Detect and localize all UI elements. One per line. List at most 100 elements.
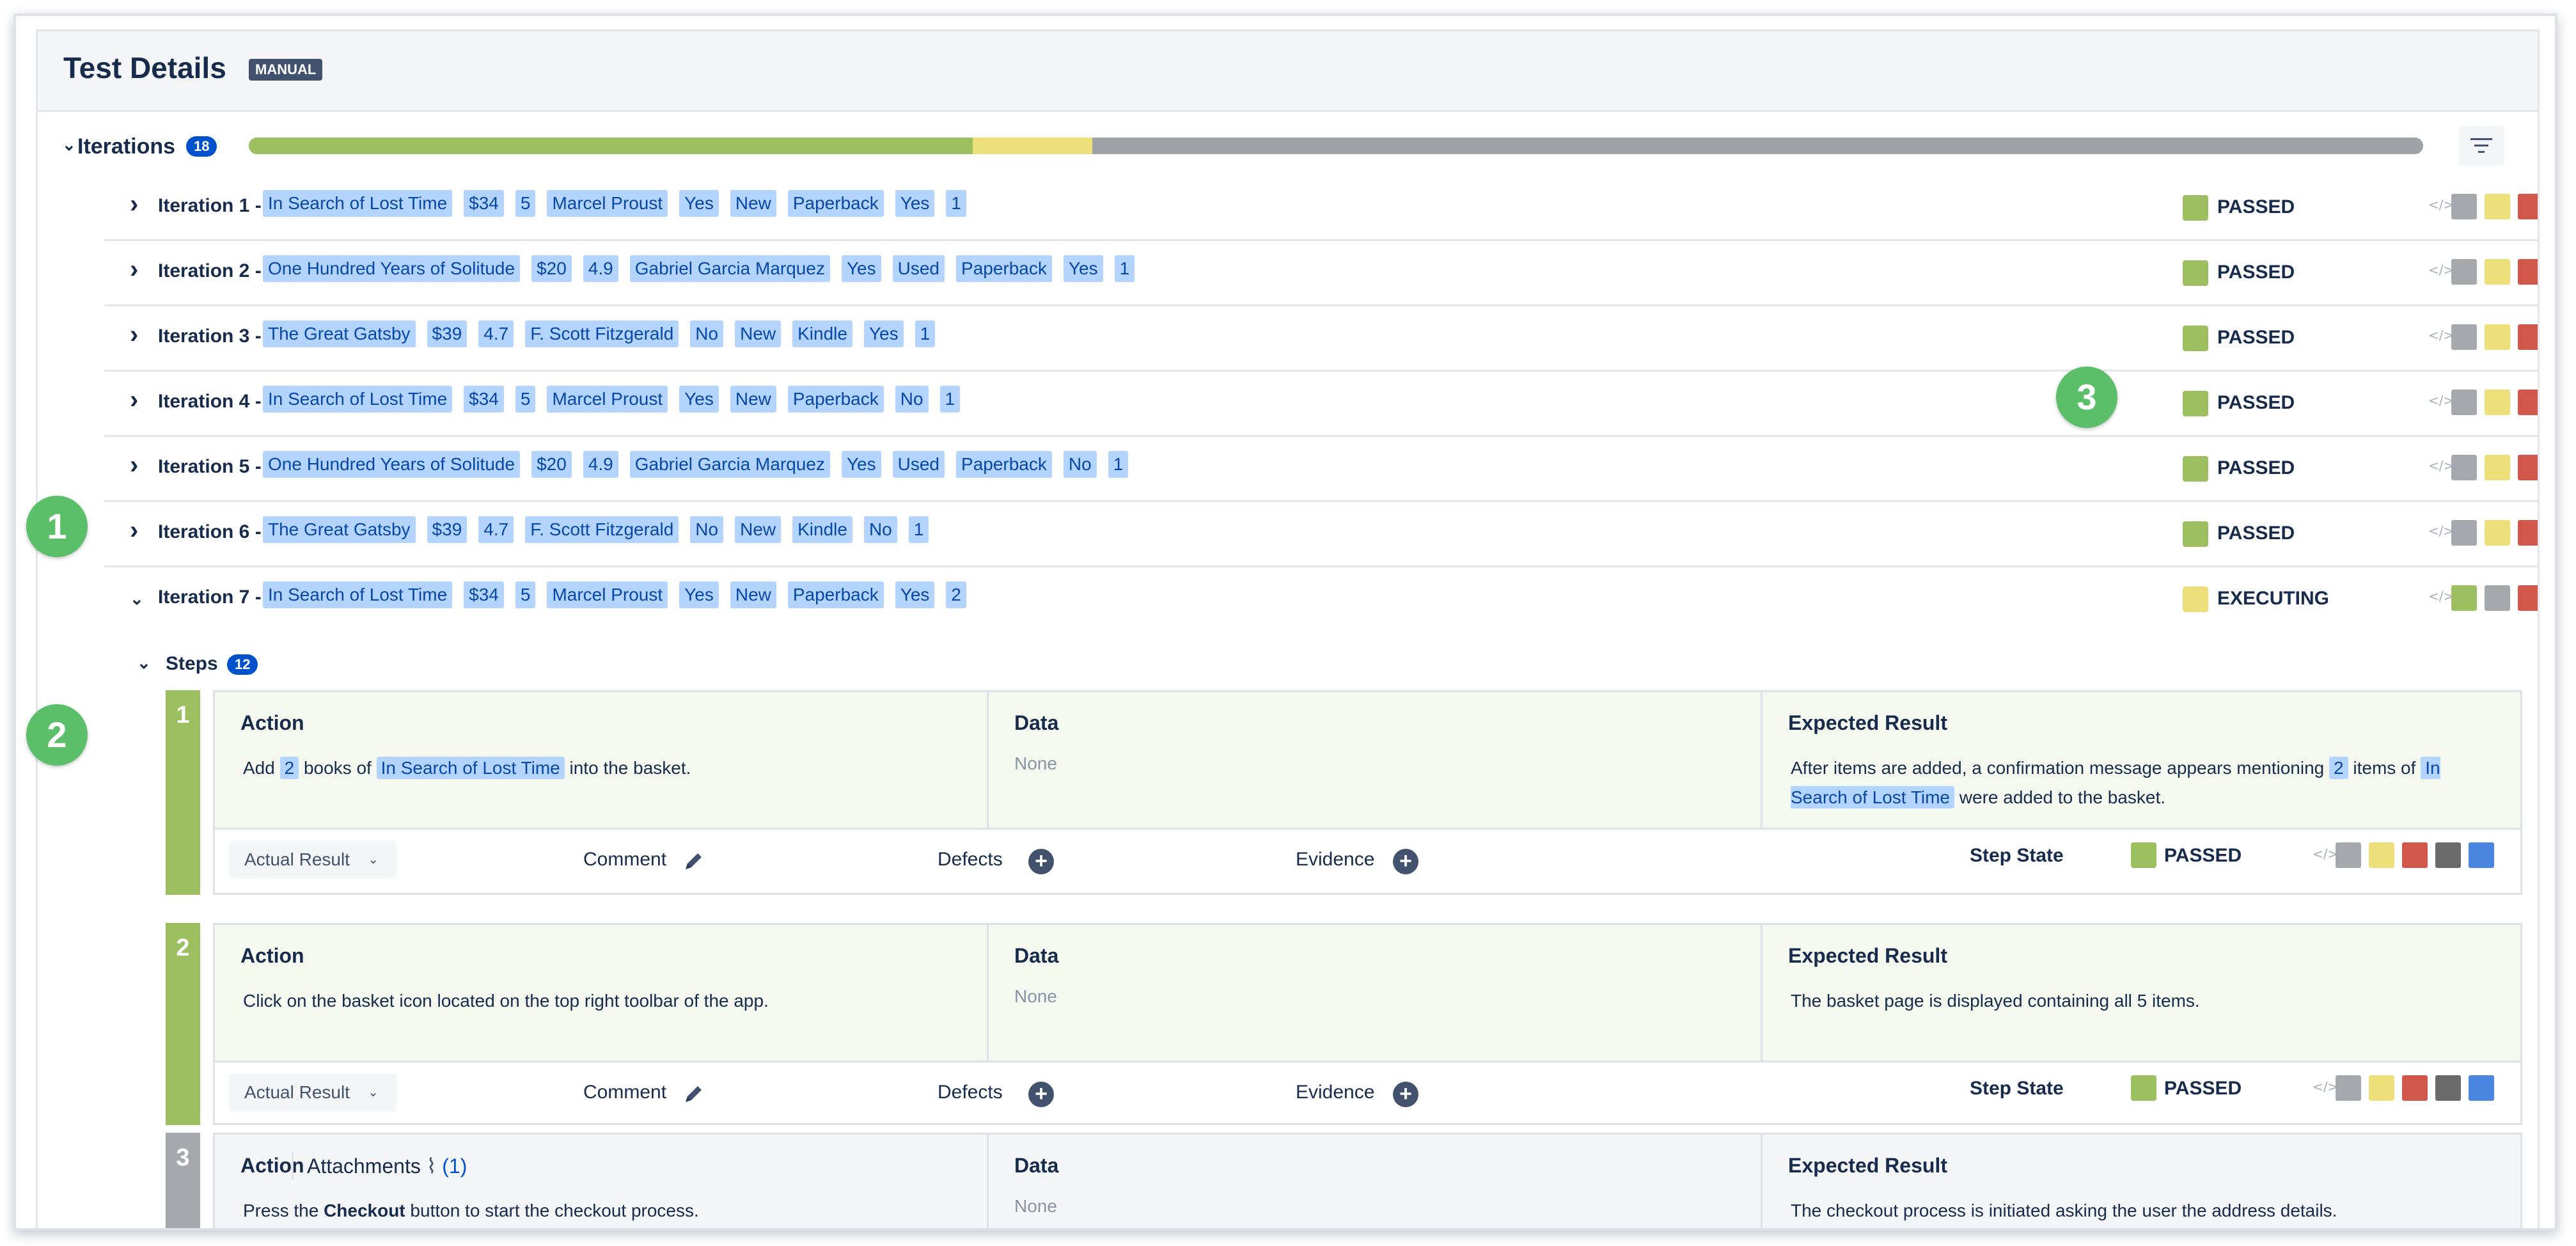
step-status-quick-select <box>2336 1075 2494 1101</box>
status-option-swatch[interactable] <box>2518 259 2538 285</box>
parameter-tag: Paperback <box>787 581 884 608</box>
filter-button[interactable] <box>2459 126 2504 166</box>
iteration-row[interactable]: › Iteration 1 - In Search of Lost Time $34 5… <box>104 176 2538 241</box>
text-fragment: were added to the basket. <box>1954 787 2166 807</box>
status-color-swatch <box>2183 587 2208 612</box>
add-defect-icon[interactable]: + <box>1028 1082 1054 1107</box>
iteration-row[interactable]: › Iteration 2 - One Hundred Years of Solit… <box>104 241 2538 306</box>
code-icon[interactable]: </> <box>2313 846 2338 862</box>
status-option-swatch[interactable] <box>2435 1075 2461 1101</box>
status-option-swatch[interactable] <box>2518 194 2538 219</box>
iteration-label: Iteration 2 - <box>158 260 262 281</box>
action-heading: Action <box>240 944 304 967</box>
status-option-swatch[interactable] <box>2336 842 2361 868</box>
status-option-swatch[interactable] <box>2402 1075 2428 1101</box>
chevron-right-icon[interactable]: › <box>130 386 138 414</box>
attachments-link[interactable]: Attachments ⌇ (1) <box>307 1154 467 1178</box>
status-option-swatch[interactable] <box>2485 324 2510 350</box>
data-value: None <box>1014 986 1057 1006</box>
code-icon[interactable]: </> <box>2428 262 2454 278</box>
parameter-tag: Yes <box>679 581 719 608</box>
status-option-swatch[interactable] <box>2451 585 2477 611</box>
progress-segment-executing <box>973 138 1093 154</box>
parameter-tag: No <box>863 516 897 543</box>
parameter-tag: 5 <box>515 386 536 413</box>
parameter-tag: $20 <box>531 255 572 282</box>
add-evidence-icon[interactable]: + <box>1393 849 1418 874</box>
status-option-swatch[interactable] <box>2451 455 2477 480</box>
chevron-down-icon[interactable]: ⌄ <box>137 653 151 673</box>
chevron-down-icon[interactable]: ⌄ <box>62 135 76 155</box>
chevron-right-icon[interactable]: › <box>130 516 138 545</box>
callout-1: 1 <box>26 496 88 557</box>
status-option-swatch[interactable] <box>2518 585 2538 611</box>
status-option-swatch[interactable] <box>2469 1075 2494 1101</box>
status-option-swatch[interactable] <box>2485 259 2510 285</box>
chevron-right-icon[interactable]: › <box>130 190 138 219</box>
expected-result-column: Expected Result After items are added, a … <box>1763 692 2520 828</box>
status-label: PASSED <box>2217 392 2295 413</box>
status-option-swatch[interactable] <box>2485 455 2510 480</box>
status-option-swatch[interactable] <box>2485 194 2510 219</box>
progress-segment-passed <box>249 138 973 154</box>
code-icon[interactable]: </> <box>2428 458 2454 473</box>
status-label: PASSED <box>2217 457 2295 478</box>
chevron-right-icon[interactable]: › <box>130 451 138 480</box>
parameter-tag: Paperback <box>787 190 884 217</box>
status-option-swatch[interactable] <box>2469 842 2494 868</box>
status-option-swatch[interactable] <box>2451 520 2477 546</box>
status-option-swatch[interactable] <box>2518 390 2538 415</box>
status-option-swatch[interactable] <box>2402 842 2428 868</box>
code-icon[interactable]: </> <box>2428 588 2454 604</box>
iteration-row[interactable]: › Iteration 3 - The Great Gatsby $39 4.7 F. S… <box>104 306 2538 372</box>
status-option-swatch[interactable] <box>2451 390 2477 415</box>
action-column: Action Attachments ⌇ (1) Press the Checkou… <box>215 1135 989 1228</box>
iterations-progress-bar <box>249 138 2423 154</box>
add-defect-icon[interactable]: + <box>1028 849 1054 874</box>
status-option-swatch[interactable] <box>2485 520 2510 546</box>
parameter-tag: Yes <box>679 190 719 217</box>
status-option-swatch[interactable] <box>2369 842 2394 868</box>
iteration-row[interactable]: › Iteration 6 - The Great Gatsby $39 4.7 F. S… <box>104 502 2538 567</box>
chevron-right-icon[interactable]: › <box>130 320 138 349</box>
parameter-tag: No <box>1063 451 1097 478</box>
status-option-swatch[interactable] <box>2336 1075 2361 1101</box>
iteration-row[interactable]: ⌄ Iteration 7 - In Search of Lost Time $34 5… <box>104 567 2538 633</box>
step-state-color-swatch <box>2131 1075 2156 1101</box>
status-option-swatch[interactable] <box>2518 455 2538 480</box>
code-icon[interactable]: </> <box>2428 327 2454 343</box>
code-icon[interactable]: </> <box>2428 393 2454 408</box>
actual-result-dropdown[interactable]: Actual Result ⌄ <box>229 1073 397 1112</box>
code-icon[interactable]: </> <box>2428 197 2454 212</box>
status-option-swatch[interactable] <box>2485 585 2510 611</box>
status-option-swatch[interactable] <box>2451 259 2477 285</box>
parameter-tag: $20 <box>531 451 572 478</box>
status-option-swatch[interactable] <box>2518 520 2538 546</box>
callout-3: 3 <box>2056 367 2117 428</box>
iteration-row[interactable]: › Iteration 4 - In Search of Lost Time $34 5… <box>104 372 2538 437</box>
parameter-tag: $34 <box>464 190 504 217</box>
code-icon[interactable]: </> <box>2428 523 2454 539</box>
pencil-icon[interactable] <box>682 850 705 873</box>
chevron-right-icon[interactable]: › <box>130 255 138 284</box>
status-option-swatch[interactable] <box>2485 390 2510 415</box>
code-icon[interactable]: </> <box>2313 1079 2338 1094</box>
parameter-tag: Used <box>892 255 945 282</box>
add-evidence-icon[interactable]: + <box>1393 1082 1418 1107</box>
status-option-swatch[interactable] <box>2369 1075 2394 1101</box>
status-option-swatch[interactable] <box>2518 324 2538 350</box>
actual-result-dropdown[interactable]: Actual Result ⌄ <box>229 840 397 879</box>
status-option-swatch[interactable] <box>2451 324 2477 350</box>
parameter-tag: 1 <box>908 516 929 543</box>
steps-label[interactable]: Steps <box>166 653 218 675</box>
status-option-swatch[interactable] <box>2435 842 2461 868</box>
iterations-label[interactable]: Iterations <box>77 134 175 159</box>
pencil-icon[interactable] <box>682 1083 705 1106</box>
status-quick-select <box>2451 194 2538 219</box>
status-label: PASSED <box>2217 523 2295 544</box>
status-option-swatch[interactable] <box>2451 194 2477 219</box>
iteration-parameters: In Search of Lost Time $34 5 Marcel Proust Y… <box>263 386 961 413</box>
parameter-tag: In Search of Lost Time <box>376 757 565 779</box>
chevron-down-icon[interactable]: ⌄ <box>130 589 144 609</box>
iteration-row[interactable]: › Iteration 5 - One Hundred Years of Solit… <box>104 437 2538 502</box>
